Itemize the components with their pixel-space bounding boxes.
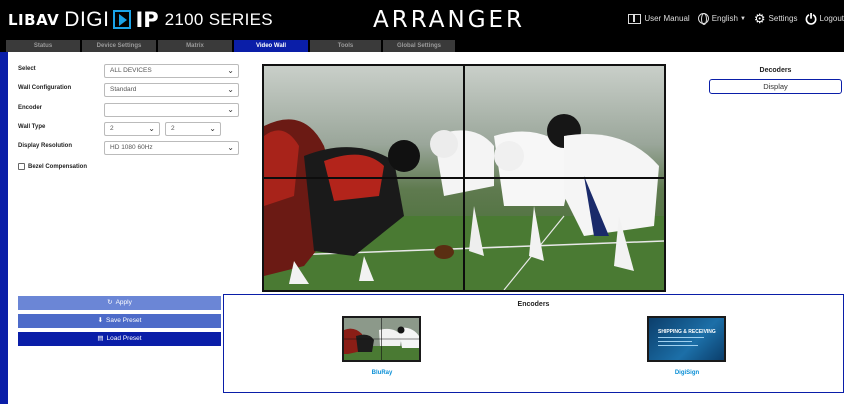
digisign-thumbnail[interactable]: SHIPPING & RECEIVING <box>647 316 726 362</box>
encoders-title: Encoders <box>517 301 550 308</box>
wall-type-cols-value: 2 <box>110 125 114 132</box>
wall-type-label: Wall Type <box>18 124 46 130</box>
select-row: Select ALL DEVICES ⌄ <box>18 64 239 78</box>
language-dropdown[interactable]: English ▼ <box>697 13 746 25</box>
encoder-name: BluRay <box>371 370 393 376</box>
settings-label: Settings <box>768 14 798 23</box>
chevron-down-icon: ⌄ <box>227 105 234 114</box>
save-preset-label: Save Preset <box>106 317 142 324</box>
bezel-compensation[interactable]: Bezel Compensation <box>18 163 87 170</box>
bezel-checkbox[interactable] <box>18 163 25 170</box>
sign-line <box>658 341 692 342</box>
tab-device-settings[interactable]: Device Settings <box>82 40 157 52</box>
brand-ip: IP <box>135 8 159 32</box>
chevron-down-icon: ⌄ <box>227 66 234 75</box>
wall-config-value: Standard <box>110 86 137 93</box>
wall-type-row: Wall Type 2 ⌄ 2 ⌄ <box>18 122 228 136</box>
tab-matrix[interactable]: Matrix <box>158 40 233 52</box>
settings-link[interactable]: ⚙ Settings <box>753 10 798 26</box>
chevron-down-icon: ⌄ <box>148 124 155 133</box>
bezel-label: Bezel Compensation <box>28 163 88 170</box>
refresh-icon: ↻ <box>107 299 113 306</box>
tab-status[interactable]: Status <box>6 40 81 52</box>
bluray-thumbnail[interactable] <box>342 316 421 362</box>
wall-type-cols-dropdown[interactable]: 2 ⌄ <box>104 122 160 136</box>
wall-type-rows-dropdown[interactable]: 2 ⌄ <box>165 122 221 136</box>
caret-down-icon: ▼ <box>739 15 746 22</box>
encoder-dropdown[interactable]: ⌄ <box>104 103 239 117</box>
display-res-label: Display Resolution <box>18 143 73 149</box>
bluray-thumb-image <box>344 318 419 360</box>
load-preset-label: Load Preset <box>106 335 142 342</box>
digisign-thumb-image: SHIPPING & RECEIVING <box>649 318 724 360</box>
encoder-label: Encoder <box>18 105 43 111</box>
wall-type-rows-value: 2 <box>171 125 175 132</box>
encoder-name: DigiSign <box>674 370 700 376</box>
chevron-down-icon: ⌄ <box>209 124 216 133</box>
tab-tools[interactable]: Tools <box>310 40 382 52</box>
sign-line <box>658 337 704 338</box>
user-manual-label: User Manual <box>644 14 690 23</box>
encoder-card-digisign[interactable]: SHIPPING & RECEIVING DigiSign <box>647 316 727 376</box>
left-accent-bar <box>0 52 8 404</box>
globe-icon <box>697 13 709 25</box>
chevron-down-icon: ⌄ <box>227 143 234 152</box>
select-label: Select <box>18 66 36 72</box>
apply-label: Apply <box>115 299 132 306</box>
top-header: LIBAV DIGI IP 2100 SERIES ARRANGER User … <box>0 0 844 40</box>
apply-button[interactable]: ↻ Apply <box>18 296 221 310</box>
tab-video-wall[interactable]: Video Wall <box>234 40 309 52</box>
logout-link[interactable]: ⏻ Logout <box>805 10 844 27</box>
encoders-panel: Encoders BluRay SHIPPING & RECEIVING Dig… <box>223 294 844 393</box>
play-icon <box>113 9 132 29</box>
display-res-row: Display Resolution HD 1080 60Hz ⌄ <box>18 141 239 155</box>
save-preset-button[interactable]: ⬇ Save Preset <box>18 314 221 328</box>
language-label: English <box>711 14 738 23</box>
wall-image <box>264 66 664 290</box>
wall-config-dropdown[interactable]: Standard ⌄ <box>104 83 239 97</box>
book-icon <box>628 13 642 24</box>
wall-config-row: Wall Configuration Standard ⌄ <box>18 83 239 97</box>
decoders-title: Decoders <box>759 67 792 74</box>
gear-icon: ⚙ <box>753 10 766 26</box>
file-icon: ▤ <box>97 335 104 342</box>
app-root: LIBAV DIGI IP 2100 SERIES ARRANGER User … <box>0 0 844 404</box>
tab-global-settings[interactable]: Global Settings <box>383 40 456 52</box>
app-title: ARRANGER <box>373 7 526 33</box>
select-dropdown[interactable]: ALL DEVICES ⌄ <box>104 64 239 78</box>
download-icon: ⬇ <box>97 317 104 324</box>
video-wall-preview[interactable] <box>262 64 666 292</box>
power-icon: ⏻ <box>805 10 817 27</box>
display-res-value: HD 1080 60Hz <box>110 144 153 151</box>
main-tabs: Status Device Settings Matrix Video Wall… <box>0 40 844 52</box>
logout-label: Logout <box>819 14 844 23</box>
select-value: ALL DEVICES <box>110 67 152 74</box>
display-button[interactable]: Display <box>709 79 842 94</box>
load-preset-button[interactable]: ▤ Load Preset <box>18 332 221 346</box>
brand-logo: LIBAV DIGI IP 2100 SERIES <box>8 7 273 33</box>
encoder-card-bluray[interactable]: BluRay <box>342 316 422 376</box>
user-manual-link[interactable]: User Manual <box>628 13 690 24</box>
brand-libav: LIBAV <box>8 11 60 29</box>
chevron-down-icon: ⌄ <box>227 85 234 94</box>
header-menu: User Manual English ▼ ⚙ Settings ⏻ Logou… <box>628 10 844 27</box>
brand-series: 2100 SERIES <box>164 10 273 29</box>
brand-digi: DIGI <box>64 8 110 31</box>
digisign-thumb-text: SHIPPING & RECEIVING <box>658 329 716 335</box>
sign-line <box>658 345 698 346</box>
wall-config-label: Wall Configuration <box>18 85 72 91</box>
display-res-dropdown[interactable]: HD 1080 60Hz ⌄ <box>104 141 239 155</box>
encoder-row: Encoder ⌄ <box>18 103 239 117</box>
